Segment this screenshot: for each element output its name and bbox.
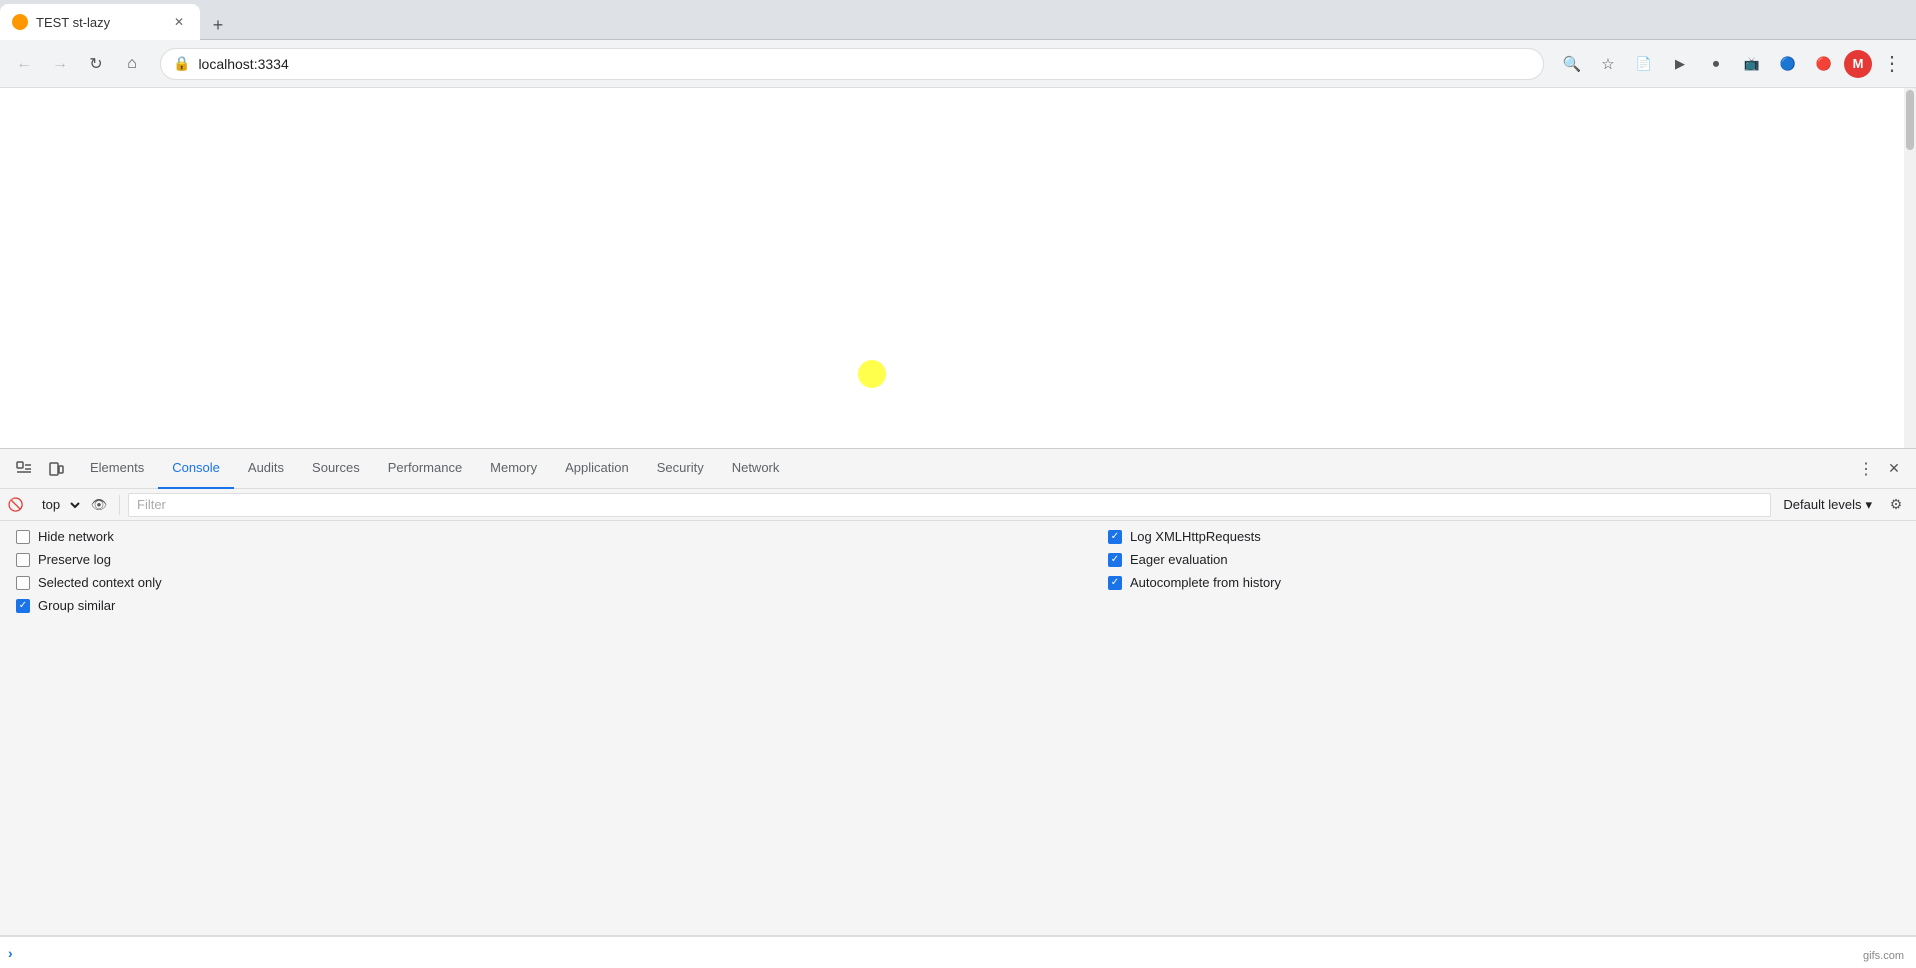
preserve-log-checkbox[interactable] — [16, 553, 30, 567]
setting-hide-network: Hide network — [16, 529, 808, 544]
ext-icon-3[interactable]: ⏺ — [1700, 48, 1732, 80]
setting-log-xmlhttp: Log XMLHttpRequests — [1108, 529, 1900, 544]
console-settings-panel: Hide network Preserve log Selected conte… — [0, 521, 1916, 936]
more-options-icon[interactable]: ⋮ — [1876, 48, 1908, 80]
bookmark-icon[interactable]: ☆ — [1592, 48, 1624, 80]
cursor-indicator — [858, 360, 886, 388]
settings-right-column: Log XMLHttpRequests Eager evaluation Aut… — [808, 529, 1900, 613]
reload-button[interactable]: ↻ — [80, 48, 112, 80]
home-button[interactable]: ⌂ — [116, 48, 148, 80]
setting-selected-context: Selected context only — [16, 575, 808, 590]
console-settings-icon[interactable]: ⚙ — [1884, 493, 1908, 517]
navigation-bar: ← → ↻ ⌂ 🔒 localhost:3334 🔍 ☆ 📄 ▶ ⏺ 📺 🔵 🔴… — [0, 40, 1916, 88]
separator — [119, 495, 120, 515]
tab-network[interactable]: Network — [718, 449, 794, 489]
search-icon[interactable]: 🔍 — [1556, 48, 1588, 80]
devtools-panel: Elements Console Audits Sources Performa… — [0, 448, 1916, 968]
address-bar[interactable]: 🔒 localhost:3334 — [160, 48, 1544, 80]
filter-input[interactable] — [128, 493, 1771, 517]
forward-button[interactable]: → — [44, 48, 76, 80]
tab-console[interactable]: Console — [158, 449, 234, 489]
inspect-element-icon[interactable] — [10, 455, 38, 483]
browser-frame: TEST st-lazy ✕ + ← → ↻ ⌂ 🔒 localhost:333… — [0, 0, 1916, 968]
selected-context-checkbox[interactable] — [16, 576, 30, 590]
settings-left-column: Hide network Preserve log Selected conte… — [16, 529, 808, 613]
tab-sources[interactable]: Sources — [298, 449, 374, 489]
tab-favicon — [12, 14, 28, 30]
devtools-toolbar-icons — [4, 455, 76, 483]
lock-icon: 🔒 — [173, 55, 190, 72]
log-xmlhttp-checkbox[interactable] — [1108, 530, 1122, 544]
chevron-down-icon: ▾ — [1865, 497, 1872, 513]
settings-row: Hide network Preserve log Selected conte… — [16, 529, 1900, 613]
page-content — [0, 88, 1916, 448]
url-text: localhost:3334 — [198, 56, 1531, 72]
tab-elements[interactable]: Elements — [76, 449, 158, 489]
tab-memory[interactable]: Memory — [476, 449, 551, 489]
hide-network-checkbox[interactable] — [16, 530, 30, 544]
device-toolbar-icon[interactable] — [42, 455, 70, 483]
ext-icon-1[interactable]: 📄 — [1628, 48, 1660, 80]
tab-security[interactable]: Security — [643, 449, 718, 489]
more-tabs-icon[interactable]: ⋮ — [1852, 455, 1880, 483]
active-tab[interactable]: TEST st-lazy ✕ — [0, 4, 200, 40]
tab-performance[interactable]: Performance — [374, 449, 476, 489]
ext-icon-6[interactable]: 🔴 — [1808, 48, 1840, 80]
console-input-area: › — [0, 936, 1916, 968]
user-avatar[interactable]: M — [1844, 50, 1872, 78]
context-selector[interactable]: top — [32, 493, 83, 517]
setting-group-similar: Group similar — [16, 598, 808, 613]
ext-icon-5[interactable]: 🔵 — [1772, 48, 1804, 80]
eager-eval-checkbox[interactable] — [1108, 553, 1122, 567]
setting-eager-eval: Eager evaluation — [1108, 552, 1900, 567]
tab-application[interactable]: Application — [551, 449, 643, 489]
console-toolbar: 🚫 top 👁 Default levels ▾ ⚙ — [0, 489, 1916, 521]
console-input[interactable] — [19, 945, 1908, 960]
setting-preserve-log: Preserve log — [16, 552, 808, 567]
group-similar-checkbox[interactable] — [16, 599, 30, 613]
console-prompt: › — [8, 945, 13, 961]
close-devtools-icon[interactable]: ✕ — [1880, 455, 1908, 483]
tab-close-button[interactable]: ✕ — [170, 13, 188, 31]
back-button[interactable]: ← — [8, 48, 40, 80]
tab-audits[interactable]: Audits — [234, 449, 298, 489]
ext-icon-2[interactable]: ▶ — [1664, 48, 1696, 80]
eye-icon[interactable]: 👁 — [87, 493, 111, 517]
nav-right-buttons: 🔍 ☆ 📄 ▶ ⏺ 📺 🔵 🔴 M ⋮ — [1556, 48, 1908, 80]
watermark: gifs.com — [1859, 948, 1908, 964]
devtools-header: Elements Console Audits Sources Performa… — [0, 449, 1916, 489]
tab-title: TEST st-lazy — [36, 15, 162, 30]
log-levels-dropdown[interactable]: Default levels ▾ — [1775, 497, 1880, 513]
scrollbar-thumb[interactable] — [1906, 90, 1914, 150]
clear-console-icon[interactable]: 🚫 — [4, 493, 28, 517]
new-tab-button[interactable]: + — [204, 11, 232, 39]
devtools-tabs: Elements Console Audits Sources Performa… — [76, 449, 1852, 489]
setting-autocomplete: Autocomplete from history — [1108, 575, 1900, 590]
page-scrollbar[interactable] — [1904, 88, 1916, 448]
autocomplete-checkbox[interactable] — [1108, 576, 1122, 590]
tab-bar: TEST st-lazy ✕ + — [0, 0, 1916, 40]
ext-icon-4[interactable]: 📺 — [1736, 48, 1768, 80]
